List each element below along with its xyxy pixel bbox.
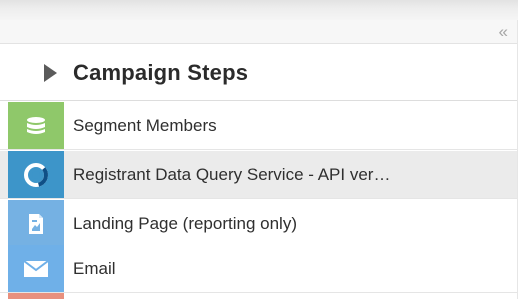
campaign-steps-panel: « Campaign Steps Segment Members Registr… — [0, 0, 518, 299]
top-shadow — [0, 0, 518, 20]
campaign-steps-header: Campaign Steps — [0, 45, 518, 101]
step-email[interactable]: Email — [0, 245, 518, 293]
step-label: Registrant Data Query Service - API ver… — [73, 165, 391, 184]
page-icon — [8, 200, 64, 247]
collapse-bar: « — [0, 20, 518, 44]
database-icon — [8, 102, 64, 149]
step-label: Email — [73, 259, 116, 278]
step-landing-page[interactable]: Landing Page (reporting only) — [0, 200, 518, 248]
step-registrant-data-query-service[interactable]: Registrant Data Query Service - API ver… — [0, 151, 518, 199]
triangle-right-icon[interactable] — [44, 64, 57, 82]
partial-step-icon — [8, 293, 64, 299]
panel-title: Campaign Steps — [73, 60, 249, 85]
double-chevron-left-icon[interactable]: « — [499, 21, 509, 43]
step-label: Landing Page (reporting only) — [73, 214, 297, 233]
step-label: Segment Members — [73, 116, 217, 135]
step-segment-members[interactable]: Segment Members — [0, 102, 518, 150]
swirl-logo-icon — [8, 151, 64, 198]
envelope-icon — [8, 245, 64, 292]
